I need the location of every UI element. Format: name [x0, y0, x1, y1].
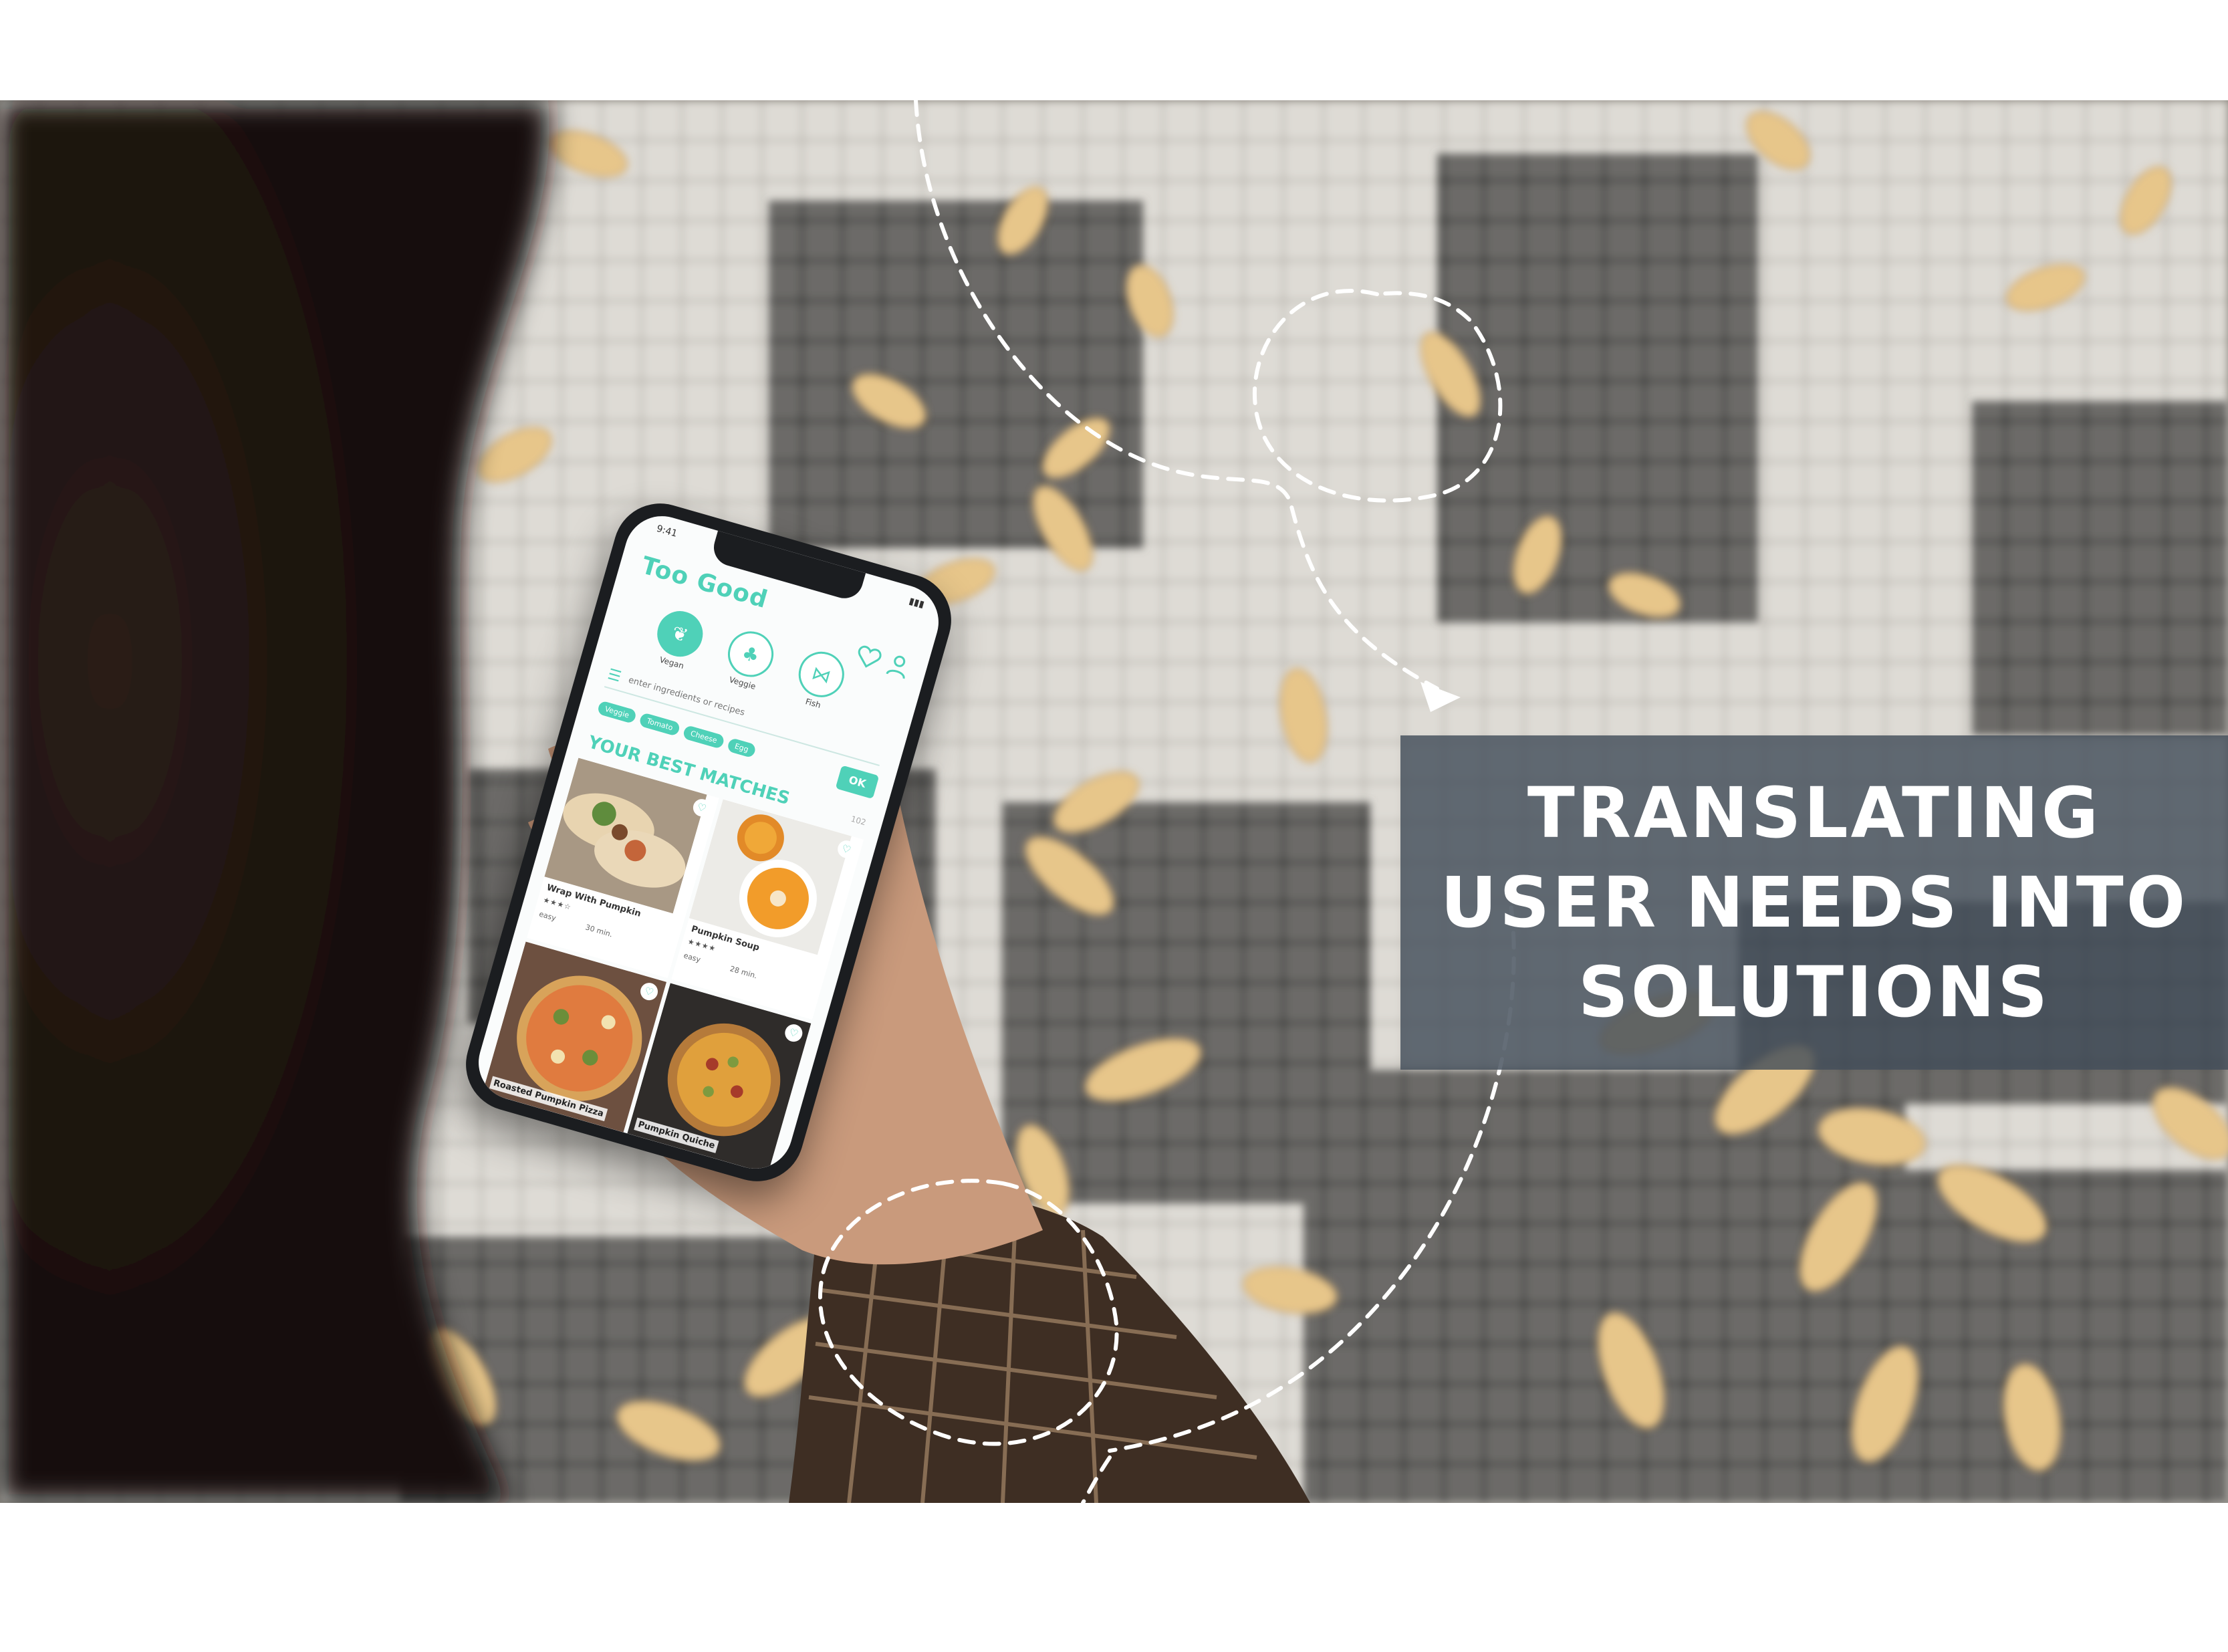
headline-line: TRANSLATING: [1527, 772, 2102, 854]
battery-icon: ▮▮▮: [907, 596, 926, 610]
recipe-time: 30 min.: [584, 923, 614, 939]
headline-line: USER NEEDS INTO: [1440, 862, 2189, 943]
headline-line: SOLUTIONS: [1578, 951, 2051, 1033]
recipe-time: 28 min.: [729, 964, 759, 981]
recipe-difficulty: easy: [683, 951, 702, 965]
category-fish[interactable]: ⋈ Fish: [777, 642, 863, 718]
fish-icon: ⋈: [793, 646, 850, 703]
chip-veggie[interactable]: Veggie: [596, 700, 638, 725]
headline: TRANSLATING USER NEEDS INTO SOLUTIONS: [1441, 768, 2188, 1037]
recipe-grid: ♡ Wrap With Pumpkin ★★★☆ easy 30 min. ♡ …: [483, 757, 864, 1174]
chip-tomato[interactable]: Tomato: [638, 712, 681, 737]
chip-egg[interactable]: Egg: [726, 737, 757, 759]
leaf-icon: ❦: [652, 606, 709, 663]
chip-cheese[interactable]: Cheese: [682, 724, 725, 749]
ok-button[interactable]: OK: [835, 765, 880, 800]
status-time: 9:41: [655, 523, 678, 540]
user-icon[interactable]: [882, 649, 914, 682]
headline-banner: TRANSLATING USER NEEDS INTO SOLUTIONS: [1400, 735, 2228, 1070]
result-count: 102: [850, 814, 868, 828]
background-photo: 9:41 ▮▮▮ Too Good ❦ Vegan ♣ Veggie ⋈ Fis…: [0, 100, 2228, 1503]
vegetable-icon: ♣: [722, 626, 779, 683]
recipe-difficulty: easy: [537, 909, 558, 923]
